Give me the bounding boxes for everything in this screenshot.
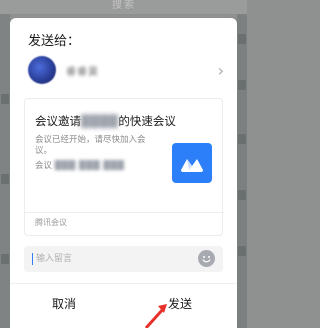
tencent-meeting-logo-icon: [172, 143, 212, 183]
recipient-row[interactable]: 睿睿昊 ›: [24, 54, 224, 88]
recipient-name: 睿睿昊: [66, 67, 99, 78]
card-title-redacted: ████: [81, 114, 119, 128]
background-list-left: [0, 14, 10, 328]
message-box[interactable]: [24, 246, 223, 272]
card-source: 腾讯会议: [35, 218, 67, 227]
text-caret: [32, 253, 33, 265]
share-dialog: 发送给： 睿睿昊 › 会议邀请████的快速会议 会议已经开始，请尽快加入会议。…: [10, 18, 237, 328]
cancel-button[interactable]: 取消: [28, 288, 100, 320]
emoji-icon[interactable]: [198, 250, 215, 267]
recipient-avatar: [28, 56, 56, 84]
meeting-invite-card: 会议邀请████的快速会议 会议已经开始，请尽快加入会议。 会议 ███ ███…: [24, 98, 224, 236]
footer-divider: [10, 283, 237, 284]
card-code-redacted: ███ ███ ███: [54, 161, 125, 171]
background-list-right: [237, 14, 247, 328]
annotation-arrow-icon: [144, 304, 167, 328]
background-header: 搜索: [0, 0, 247, 14]
chevron-right-icon: ›: [217, 61, 224, 80]
background-search-hint: 搜索: [112, 0, 136, 11]
card-meeting-code: 会议 ███ ███ ███: [35, 159, 124, 171]
card-title-prefix: 会议邀请: [35, 114, 81, 128]
message-input[interactable]: [36, 246, 196, 272]
card-title-suffix: 的快速会议: [118, 114, 176, 128]
dialog-title: 发送给：: [28, 34, 81, 49]
card-divider: [25, 212, 224, 213]
card-title: 会议邀请████的快速会议: [35, 113, 176, 129]
card-code-label: 会议: [35, 161, 53, 171]
card-description: 会议已经开始，请尽快加入会议。: [35, 135, 146, 156]
